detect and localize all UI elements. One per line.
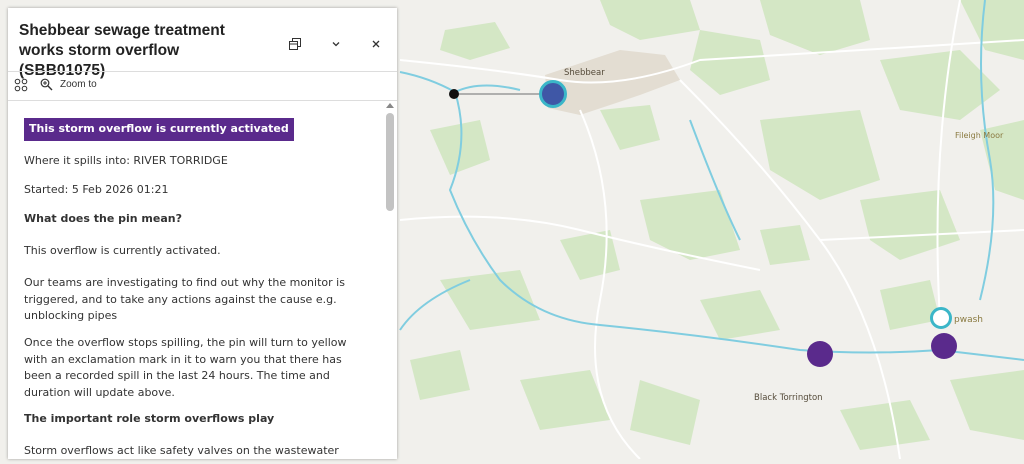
pin-meaning-heading: What does the pin mean? bbox=[24, 212, 182, 225]
popup-scrollbar[interactable] bbox=[383, 101, 397, 459]
actions-button[interactable] bbox=[14, 78, 28, 95]
started-text: Started: 5 Feb 2026 01:21 bbox=[24, 183, 169, 196]
pin-meaning-paragraph-2: Our teams are investigating to find out … bbox=[24, 276, 345, 322]
zoom-to-button[interactable]: Zoom to bbox=[40, 78, 97, 91]
close-button[interactable] bbox=[362, 30, 390, 58]
dock-icon bbox=[289, 38, 301, 50]
role-paragraph-1: Storm overflows act like safety valves o… bbox=[24, 444, 339, 457]
zoom-icon bbox=[40, 78, 53, 91]
dock-button[interactable] bbox=[281, 30, 309, 58]
place-label-fileigh-moor: Fileigh Moor bbox=[955, 131, 1004, 140]
active-overflow-pin[interactable] bbox=[807, 341, 833, 367]
grid-icon bbox=[14, 78, 28, 92]
place-label-shebbear: Shebbear bbox=[564, 68, 605, 78]
chevron-down-icon bbox=[332, 42, 340, 47]
collapse-button[interactable] bbox=[322, 30, 350, 58]
spills-into-text: Where it spills into: RIVER TORRIDGE bbox=[24, 154, 228, 167]
pin-meaning-paragraph-3: Once the overflow stops spilling, the pi… bbox=[24, 336, 347, 399]
popup-panel: Shebbear sewage treatment works storm ov… bbox=[8, 8, 397, 459]
zoom-to-label: Zoom to bbox=[60, 79, 97, 90]
popup-toolbar: Zoom to bbox=[8, 71, 397, 101]
selected-overflow-pin[interactable] bbox=[539, 80, 567, 108]
place-label-black-torrington: Black Torrington bbox=[754, 393, 823, 403]
status-badge: This storm overflow is currently activat… bbox=[24, 118, 294, 141]
place-label-highampton: pwash bbox=[954, 315, 983, 325]
popup-content: This storm overflow is currently activat… bbox=[8, 101, 381, 459]
popup-header: Shebbear sewage treatment works storm ov… bbox=[8, 8, 397, 79]
close-icon bbox=[372, 40, 380, 48]
scrollbar-thumb[interactable] bbox=[386, 113, 394, 211]
pin-meaning-paragraph-1: This overflow is currently activated. bbox=[24, 244, 221, 257]
scroll-up-icon[interactable] bbox=[386, 103, 394, 108]
role-heading: The important role storm overflows play bbox=[24, 412, 275, 425]
pin-anchor-dot bbox=[449, 89, 459, 99]
overflow-pin-outline[interactable] bbox=[930, 307, 952, 329]
active-overflow-pin[interactable] bbox=[931, 333, 957, 359]
